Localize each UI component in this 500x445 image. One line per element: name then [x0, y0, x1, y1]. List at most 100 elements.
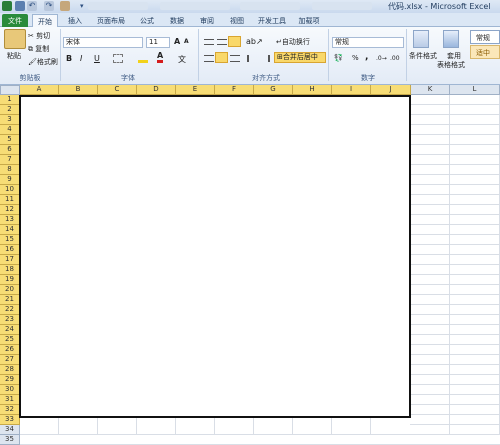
- row-header-23[interactable]: 23: [0, 315, 20, 325]
- merge-center-button[interactable]: ⊞合并后居中: [274, 52, 326, 63]
- column-header-d[interactable]: D: [137, 85, 176, 95]
- save-icon[interactable]: [15, 1, 25, 11]
- comma-style-button[interactable]: ,: [365, 52, 368, 62]
- conditional-format-icon[interactable]: [413, 30, 429, 48]
- customize-quick-access-icon[interactable]: ▾: [80, 2, 84, 10]
- column-header-h[interactable]: H: [293, 85, 332, 95]
- tab-insert[interactable]: 插入: [62, 14, 88, 27]
- tab-data[interactable]: 数据: [164, 14, 190, 27]
- tab-page-layout[interactable]: 页面布局: [92, 14, 130, 27]
- row-header-18[interactable]: 18: [0, 265, 20, 275]
- row-header-2[interactable]: 2: [0, 105, 20, 115]
- percent-style-button[interactable]: %: [352, 54, 359, 62]
- row-header-26[interactable]: 26: [0, 345, 20, 355]
- row-header-22[interactable]: 22: [0, 305, 20, 315]
- accounting-format-icon[interactable]: 💱: [334, 54, 343, 62]
- row-header-32[interactable]: 32: [0, 405, 20, 415]
- row-header-25[interactable]: 25: [0, 335, 20, 345]
- align-right-icon[interactable]: [230, 55, 240, 62]
- column-header-c[interactable]: C: [98, 85, 137, 95]
- wrap-text-button[interactable]: ↵自动换行: [276, 37, 310, 47]
- decrease-decimal-icon[interactable]: .00: [390, 55, 400, 62]
- row-header-30[interactable]: 30: [0, 385, 20, 395]
- column-header-g[interactable]: G: [254, 85, 293, 95]
- row-header-28[interactable]: 28: [0, 365, 20, 375]
- row-header-8[interactable]: 8: [0, 165, 20, 175]
- font-size-select[interactable]: 11: [146, 37, 170, 48]
- decrease-indent-icon[interactable]: [247, 55, 257, 62]
- row-header-10[interactable]: 10: [0, 185, 20, 195]
- row-header-7[interactable]: 7: [0, 155, 20, 165]
- column-header-i[interactable]: I: [332, 85, 371, 95]
- row-header-16[interactable]: 16: [0, 245, 20, 255]
- tab-review[interactable]: 审阅: [194, 14, 220, 27]
- align-bottom-icon[interactable]: [228, 36, 241, 47]
- row-header-6[interactable]: 6: [0, 145, 20, 155]
- row-header-14[interactable]: 14: [0, 225, 20, 235]
- paste-icon[interactable]: [4, 29, 26, 49]
- row-header-17[interactable]: 17: [0, 255, 20, 265]
- align-center-icon[interactable]: [215, 52, 228, 63]
- row-header-31[interactable]: 31: [0, 395, 20, 405]
- font-name-select[interactable]: 宋体: [63, 37, 143, 48]
- style-neutral[interactable]: 适中: [470, 45, 500, 59]
- tab-addins[interactable]: 加载项: [294, 14, 324, 27]
- phonetic-button[interactable]: 文: [178, 54, 186, 65]
- row-header-15[interactable]: 15: [0, 235, 20, 245]
- align-middle-icon[interactable]: [217, 39, 227, 45]
- tab-formulas[interactable]: 公式: [134, 14, 160, 27]
- column-header-e[interactable]: E: [176, 85, 215, 95]
- conditional-format-button[interactable]: 条件格式: [409, 51, 437, 61]
- style-normal[interactable]: 常规: [470, 30, 500, 44]
- row-header-19[interactable]: 19: [0, 275, 20, 285]
- paste-button[interactable]: 粘贴: [7, 51, 21, 61]
- row-header-27[interactable]: 27: [0, 355, 20, 365]
- quick-access-custom-icon[interactable]: [60, 1, 70, 11]
- format-as-table-icon[interactable]: [443, 30, 459, 48]
- increase-indent-icon[interactable]: [260, 55, 270, 62]
- align-top-icon[interactable]: [204, 39, 214, 45]
- fill-color-icon[interactable]: [138, 53, 148, 63]
- tab-file[interactable]: 文件: [2, 14, 28, 27]
- align-left-icon[interactable]: [204, 55, 214, 62]
- bold-button[interactable]: B: [66, 54, 72, 63]
- select-all-corner[interactable]: [0, 85, 20, 95]
- tab-home[interactable]: 开始: [32, 14, 58, 27]
- row-header-29[interactable]: 29: [0, 375, 20, 385]
- row-header-12[interactable]: 12: [0, 205, 20, 215]
- row-header-13[interactable]: 13: [0, 215, 20, 225]
- row-header-5[interactable]: 5: [0, 135, 20, 145]
- orientation-icon[interactable]: ab↗: [246, 37, 263, 46]
- row-header-4[interactable]: 4: [0, 125, 20, 135]
- row-header-1[interactable]: 1: [0, 95, 20, 105]
- row-header-20[interactable]: 20: [0, 285, 20, 295]
- row-header-33[interactable]: 33: [0, 415, 20, 425]
- copy-button[interactable]: ⧉ 复制: [28, 44, 49, 54]
- column-header-k[interactable]: K: [411, 85, 450, 95]
- row-header-11[interactable]: 11: [0, 195, 20, 205]
- row-header-21[interactable]: 21: [0, 295, 20, 305]
- format-painter-button[interactable]: 🖌格式刷: [28, 57, 58, 67]
- cut-button[interactable]: ✂ 剪切: [28, 31, 50, 41]
- column-header-j[interactable]: J: [371, 85, 411, 95]
- underline-button[interactable]: U: [94, 54, 100, 63]
- column-header-l[interactable]: L: [450, 85, 500, 95]
- selected-range[interactable]: [19, 95, 411, 418]
- column-header-a[interactable]: A: [20, 85, 59, 95]
- border-icon[interactable]: [113, 54, 123, 63]
- column-header-b[interactable]: B: [59, 85, 98, 95]
- redo-icon[interactable]: ↷: [44, 1, 54, 11]
- italic-button[interactable]: I: [80, 54, 82, 63]
- grow-font-button[interactable]: A: [174, 37, 180, 46]
- row-header-3[interactable]: 3: [0, 115, 20, 125]
- column-header-f[interactable]: F: [215, 85, 254, 95]
- increase-decimal-icon[interactable]: .0→: [376, 55, 387, 62]
- tab-view[interactable]: 视图: [224, 14, 250, 27]
- undo-icon[interactable]: ↶: [27, 1, 37, 11]
- number-format-select[interactable]: 常规: [332, 37, 404, 48]
- tab-developer[interactable]: 开发工具: [254, 14, 290, 27]
- shrink-font-button[interactable]: A: [184, 38, 189, 45]
- row-header-9[interactable]: 9: [0, 175, 20, 185]
- row-header-24[interactable]: 24: [0, 325, 20, 335]
- font-color-button[interactable]: A: [157, 52, 164, 63]
